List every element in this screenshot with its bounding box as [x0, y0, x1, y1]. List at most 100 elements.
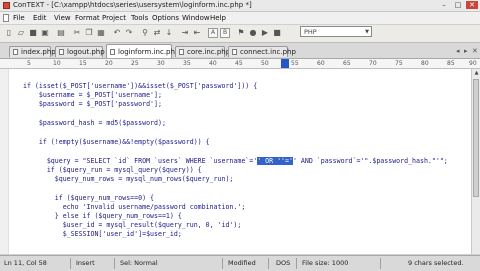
ruler-mark: 65 [343, 60, 351, 67]
ruler-mark: 20 [105, 60, 113, 67]
tab-index[interactable]: index.php [9, 46, 56, 57]
app-icon [3, 2, 10, 9]
menu-file[interactable]: File [13, 14, 25, 23]
code-line-query: $query = "SELECT `id` FROM `users` WHERE… [23, 157, 448, 166]
tab-label: index.php [21, 48, 56, 56]
code-line: if ($query_num_rows==0) { [23, 194, 155, 202]
ruler-mark: 25 [131, 60, 139, 67]
indent-icon[interactable]: ⇥ [180, 28, 190, 38]
scroll-up-icon[interactable]: ▲ [472, 69, 480, 77]
selection-count: 9 chars selected. [408, 259, 464, 267]
status-divider [70, 258, 71, 269]
menu-options[interactable]: Options [152, 14, 179, 23]
code-line: $query_num_rows = mysql_num_rows($query_… [23, 175, 234, 183]
ruler-cursor-marker [281, 59, 289, 68]
window-title: ConTEXT - [C:\xampp\htdocs\series\usersy… [13, 1, 252, 9]
macro-icon[interactable]: ● [248, 28, 258, 38]
modified-indicator: Modified [228, 259, 256, 267]
ruler-mark: 60 [317, 60, 325, 67]
ruler-mark: 50 [261, 60, 269, 67]
save-icon[interactable]: ■ [28, 28, 38, 38]
code-line: if ($query_run = mysql_query($query)) { [23, 166, 202, 174]
menu-window[interactable]: Window [182, 14, 210, 23]
ruler-mark: 80 [421, 60, 429, 67]
menu-help[interactable]: Help [210, 14, 226, 23]
bookmark-icon[interactable]: ⚑ [236, 28, 246, 38]
copy-icon[interactable]: ❐ [84, 28, 94, 38]
tab-connect[interactable]: connect.inc.php [228, 46, 296, 57]
stop-icon[interactable]: ■ [272, 28, 282, 38]
tab-label: logout.php [67, 48, 105, 56]
redo-icon[interactable]: ↷ [124, 28, 134, 38]
ruler-mark: 75 [395, 60, 403, 67]
paste-icon[interactable]: ▦ [96, 28, 106, 38]
code-line: $_SESSION['user_id']=$user_id; [23, 230, 182, 238]
tab-scroll-right-icon[interactable]: ▸ [464, 47, 468, 55]
code-line: if (!empty($username)&&!empty($password)… [23, 138, 210, 146]
menu-project[interactable]: Project [102, 14, 126, 23]
code-line: $password_hash = md5($password); [23, 119, 166, 127]
find-icon[interactable]: ⚲ [140, 28, 150, 38]
ruler-mark: 30 [157, 60, 165, 67]
php-file-icon [110, 49, 115, 55]
menu-format[interactable]: Format [75, 14, 100, 23]
status-divider [268, 258, 269, 269]
selection-mode: Sel: Normal [120, 259, 158, 267]
scroll-thumb[interactable] [473, 79, 479, 197]
ruler-mark: 15 [79, 60, 87, 67]
language-value: PHP [304, 28, 317, 36]
php-file-icon [179, 49, 184, 55]
code-editor[interactable]: if (isset($_POST['username'])&&isset($_P… [0, 69, 471, 254]
code-line: if (isset($_POST['username'])&&isset($_P… [23, 82, 258, 90]
menu-tools[interactable]: Tools [131, 14, 148, 23]
code-line: $password = $_POST['password']; [23, 100, 162, 108]
vertical-scrollbar[interactable]: ▲ [471, 69, 480, 254]
tab-bar: index.php logout.php loginform.inc.php *… [0, 43, 480, 59]
language-select[interactable]: PHP ▼ [300, 26, 372, 37]
menu-edit[interactable]: Edit [33, 14, 47, 23]
ruler-mark: 85 [447, 60, 455, 67]
insert-mode: Insert [76, 259, 95, 267]
cut-icon[interactable]: ✂ [72, 28, 82, 38]
tab-core[interactable]: core.inc.php [175, 46, 230, 57]
tab-label: connect.inc.php [240, 48, 296, 56]
case-icon[interactable]: B [220, 28, 230, 38]
tab-loginform[interactable]: loginform.inc.php * [106, 44, 185, 58]
menu-bar: File Edit View Format Project Tools Opti… [0, 12, 480, 25]
cursor-position: Ln 11, Col 58 [4, 259, 47, 267]
new-file-icon[interactable]: ▯ [4, 28, 14, 38]
status-divider [296, 258, 297, 269]
status-divider [380, 258, 381, 269]
save-all-icon[interactable]: ▣ [40, 28, 50, 38]
ruler-mark: 5 [27, 60, 31, 67]
menu-view[interactable]: View [54, 14, 71, 23]
tab-logout[interactable]: logout.php [55, 46, 105, 57]
outdent-icon[interactable]: ⇤ [192, 28, 202, 38]
ruler-mark: 90 [469, 60, 477, 67]
status-bar: Ln 11, Col 58 Insert Sel: Normal Modifie… [0, 255, 480, 271]
ruler-mark: 10 [53, 60, 61, 67]
ruler-mark: 40 [209, 60, 217, 67]
replace-icon[interactable]: ⇄ [152, 28, 162, 38]
php-file-icon [59, 49, 64, 55]
title-bar: ConTEXT - [C:\xampp\htdocs\series\usersy… [0, 0, 480, 12]
sort-icon[interactable]: A [208, 28, 218, 38]
php-file-icon [13, 49, 18, 55]
tab-scroll-left-icon[interactable]: ◂ [456, 47, 460, 55]
code-line: } else if ($query_num_rows==1) { [23, 212, 182, 220]
code-line: echo 'Invalid username/password combinat… [23, 203, 246, 211]
php-file-icon [232, 49, 237, 55]
open-folder-icon[interactable]: ▱ [16, 28, 26, 38]
maximize-button[interactable]: □ [452, 1, 464, 9]
status-divider [114, 258, 115, 269]
print-icon[interactable]: ▤ [56, 28, 66, 38]
close-button[interactable]: ✕ [466, 1, 478, 9]
code-line: $username = $_POST['username']; [23, 91, 162, 99]
run-icon[interactable]: ▶ [260, 28, 270, 38]
find-next-icon[interactable]: ↓ [164, 28, 174, 38]
tab-close-icon[interactable]: ✕ [472, 47, 478, 55]
undo-icon[interactable]: ↶ [112, 28, 122, 38]
minimize-button[interactable]: – [438, 1, 450, 9]
column-ruler: 5 10 15 20 25 30 35 40 45 50 55 60 65 70… [0, 59, 480, 69]
code-content: if (isset($_POST['username'])&&isset($_P… [0, 69, 448, 237]
